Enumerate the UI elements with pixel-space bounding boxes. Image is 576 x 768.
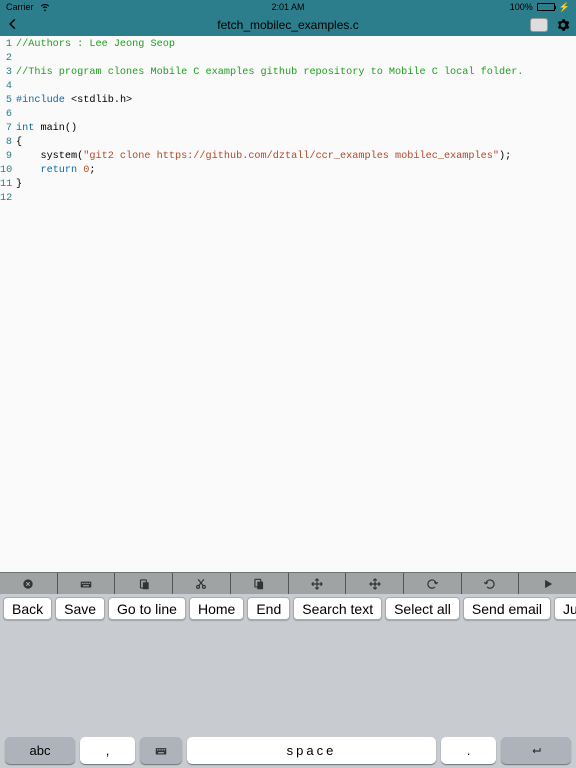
back-button[interactable]	[6, 17, 20, 34]
save-indicator-icon[interactable]	[530, 18, 548, 32]
code-line[interactable]: system("git2 clone https://github.com/dz…	[16, 150, 576, 164]
line-number: 12	[0, 192, 12, 206]
code-line[interactable]	[16, 192, 576, 206]
code-line[interactable]: }	[16, 178, 576, 192]
title-bar: fetch_mobilec_examples.c	[0, 14, 576, 36]
page-title: fetch_mobilec_examples.c	[217, 18, 358, 32]
status-bar: Carrier 2:01 AM 100% ⚡	[0, 0, 576, 14]
code-line[interactable]	[16, 52, 576, 66]
move-button[interactable]	[289, 573, 347, 594]
line-number: 10	[0, 164, 12, 178]
line-number: 1	[0, 38, 12, 52]
code-line[interactable]	[16, 108, 576, 122]
carrier-label: Carrier	[6, 2, 34, 12]
code-content[interactable]: //Authors : Lee Jeong Seop //This program…	[14, 36, 576, 572]
undo-button[interactable]	[404, 573, 462, 594]
redo-button[interactable]	[462, 573, 520, 594]
search-text-button[interactable]: Search text	[293, 597, 382, 620]
return-key[interactable]	[501, 737, 571, 764]
home-button[interactable]: Home	[189, 597, 244, 620]
code-line[interactable]: {	[16, 136, 576, 150]
code-editor[interactable]: 123456789101112 //Authors : Lee Jeong Se…	[0, 36, 576, 572]
paste-button[interactable]	[115, 573, 173, 594]
jump-button[interactable]: Jump	[554, 597, 576, 620]
back-button[interactable]: Back	[3, 597, 52, 620]
line-number: 5	[0, 94, 12, 108]
save-button[interactable]: Save	[55, 597, 105, 620]
battery-icon	[537, 3, 555, 11]
battery-percent: 100%	[510, 2, 533, 12]
code-line[interactable]: //Authors : Lee Jeong Seop	[16, 38, 576, 52]
wifi-icon	[38, 0, 52, 15]
code-line[interactable]: int main()	[16, 122, 576, 136]
code-line[interactable]: return 0;	[16, 164, 576, 178]
end-button[interactable]: End	[247, 597, 290, 620]
abc-key[interactable]: abc	[5, 737, 75, 764]
copy-button[interactable]	[231, 573, 289, 594]
line-gutter: 123456789101112	[0, 36, 14, 572]
line-number: 3	[0, 66, 12, 80]
icon-toolbar	[0, 572, 576, 594]
space-key[interactable]: space	[187, 737, 436, 764]
keyboard-switch-key[interactable]	[140, 737, 182, 764]
line-number: 2	[0, 52, 12, 66]
line-number: 7	[0, 122, 12, 136]
line-number: 4	[0, 80, 12, 94]
line-number: 8	[0, 136, 12, 150]
move-all-button[interactable]	[346, 573, 404, 594]
line-number: 11	[0, 178, 12, 192]
line-number: 6	[0, 108, 12, 122]
clock-label: 2:01 AM	[271, 2, 304, 12]
select-all-button[interactable]: Select all	[385, 597, 460, 620]
cut-button[interactable]	[173, 573, 231, 594]
code-line[interactable]: #include <stdlib.h>	[16, 94, 576, 108]
keyboard-area	[0, 623, 576, 733]
line-number: 9	[0, 150, 12, 164]
period-key[interactable]: .	[441, 737, 496, 764]
code-line[interactable]: //This program clones Mobile C examples …	[16, 66, 576, 80]
code-line[interactable]	[16, 80, 576, 94]
send-email-button[interactable]: Send email	[463, 597, 551, 620]
play-button[interactable]	[519, 573, 576, 594]
keyboard-bottom-row: abc , space .	[0, 733, 576, 768]
text-toolbar: BackSaveGo to lineHomeEndSearch textSele…	[0, 594, 576, 623]
keyboard-button[interactable]	[58, 573, 116, 594]
go-to-line-button[interactable]: Go to line	[108, 597, 186, 620]
gear-icon[interactable]	[556, 18, 570, 32]
close-button[interactable]	[0, 573, 58, 594]
comma-key[interactable]: ,	[80, 737, 135, 764]
charging-icon: ⚡	[559, 2, 570, 13]
